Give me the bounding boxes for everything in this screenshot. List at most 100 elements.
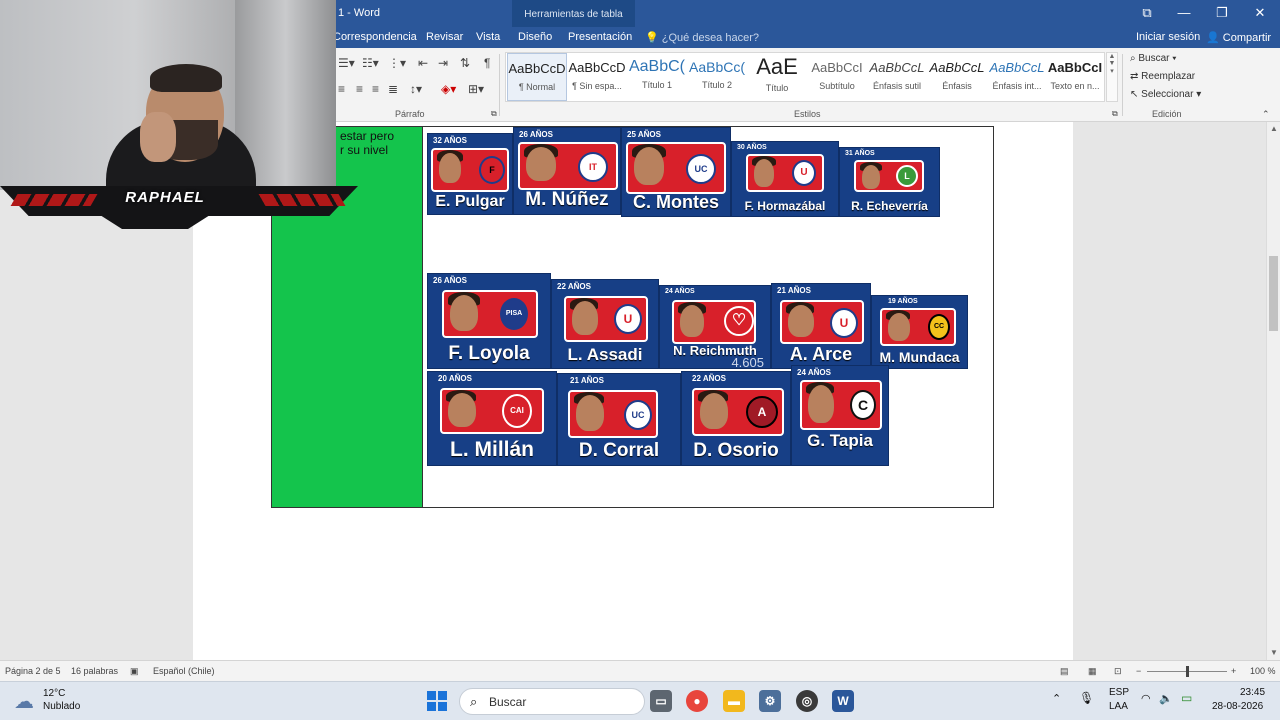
language-bottom[interactable]: LAA [1109,701,1128,712]
borders-icon[interactable]: ⊞▾ [468,82,484,96]
share-button[interactable]: 👤 Compartir [1206,31,1271,44]
style-normal[interactable]: AaBbCcD ¶ Normal [507,53,567,101]
scrollbar-thumb[interactable] [1269,256,1278,331]
line-spacing-icon[interactable]: ↕▾ [410,82,422,96]
battery-icon[interactable]: ▭ [1181,691,1192,705]
task-view-icon[interactable]: ▭ [650,690,672,712]
club-crest-icon: IT [578,152,608,182]
minimize-button[interactable]: — [1167,3,1201,23]
volume-icon[interactable]: 🔈 [1159,692,1173,705]
proofing-icon[interactable]: ▣ [130,666,139,677]
style-subtle-emphasis[interactable]: AaBbCcL Énfasis sutil [867,53,927,101]
style-name: Énfasis [942,81,972,91]
cloud-icon[interactable]: ☁ [14,689,34,714]
select-button[interactable]: ↖ Seleccionar ▾ [1130,89,1201,100]
style-name: Título 1 [641,80,672,90]
microphone-icon[interactable]: 🎙 [1079,691,1094,705]
player-age: 22 AÑOS [692,374,726,383]
player-card: 30 AÑOS U F. Hormazábal [731,141,839,217]
vertical-scrollbar[interactable]: ▲ ▼ [1266,122,1280,660]
multilevel-list-icon[interactable]: ⋮▾ [388,56,406,70]
tab-revisar[interactable]: Revisar [426,31,463,43]
style-heading-2[interactable]: AaBbCc( Título 2 [687,53,747,101]
tab-vista[interactable]: Vista [476,31,500,43]
clock-date[interactable]: 28-08-2026 [1212,701,1263,712]
ribbon-display-options-icon[interactable]: ⧉ [1130,3,1164,23]
style-emphasis[interactable]: AaBbCcL Énfasis [927,53,987,101]
tab-diseno[interactable]: Diseño [518,31,552,43]
club-crest-icon: A [746,396,778,428]
player-photo [862,165,880,189]
increase-indent-icon[interactable]: ⇥ [438,56,448,70]
tell-me-box[interactable]: 💡 ¿Qué desea hacer? [645,31,759,44]
chevron-up-icon[interactable]: ⌃ [1052,692,1061,705]
style-no-spacing[interactable]: AaBbCcD ¶ Sin espa... [567,53,627,101]
restore-button[interactable]: ❐ [1205,3,1239,23]
club-crest-icon: C [850,390,876,420]
justify-icon[interactable]: ≣ [388,82,398,96]
clock-time[interactable]: 23:45 [1240,687,1265,698]
align-center-icon[interactable]: ≡ [356,82,363,96]
paragraph-launcher-icon[interactable]: ⧉ [491,109,497,119]
styles-launcher-icon[interactable]: ⧉ [1112,109,1118,119]
player-card: 22 AÑOS A D. Osorio [681,371,791,466]
align-right-icon[interactable]: ≡ [372,82,379,96]
document-table[interactable]: estar pero r su nivel 32 AÑOS F E. Pulga… [271,126,994,508]
language-indicator[interactable]: Español (Chile) [153,666,215,676]
style-sample: AaBbCcI [811,60,863,75]
group-separator [499,54,500,116]
chrome-icon[interactable]: ● [686,690,708,712]
scroll-down-icon[interactable]: ▼ [1270,648,1278,657]
style-sample: AaBbC( [628,58,686,75]
zoom-out-icon[interactable]: − [1136,666,1141,676]
word-count[interactable]: 16 palabras [71,666,118,676]
bullets-icon[interactable]: ☰▾ [338,56,355,70]
replace-button[interactable]: ⇄ Reemplazar [1130,71,1195,82]
page-count[interactable]: Página 2 de 5 [5,666,61,676]
obs-icon[interactable]: ◎ [796,690,818,712]
style-sample: AaE [756,54,798,79]
tab-correspondencia[interactable]: Correspondencia [333,31,417,43]
close-button[interactable]: ✕ [1243,3,1277,23]
read-mode-icon[interactable]: ▤ [1060,666,1069,677]
styles-gallery-scroll[interactable]: ▲ ▼ ▾ [1106,52,1118,102]
windows-start-icon[interactable] [427,691,447,711]
player-name: M. Núñez [525,189,609,210]
weather-description[interactable]: Nublado [43,701,80,712]
tab-presentacion[interactable]: Presentación [568,31,632,43]
pilcrow-icon[interactable]: ¶ [484,56,490,70]
settings-gear-icon[interactable]: ⚙ [759,690,781,712]
club-crest-icon: U [792,160,816,186]
shading-icon[interactable]: ◈▾ [441,82,456,96]
sort-icon[interactable]: ⇅ [460,56,470,70]
style-intense-emphasis[interactable]: AaBbCcL Énfasis int... [987,53,1047,101]
scroll-up-icon[interactable]: ▲ [1270,124,1278,133]
file-explorer-icon[interactable]: ▬ [723,690,745,712]
zoom-in-icon[interactable]: + [1231,666,1236,676]
print-layout-icon[interactable]: ▦ [1088,666,1097,677]
style-strong[interactable]: AaBbCcI Texto en n... [1045,53,1105,101]
web-layout-icon[interactable]: ⊡ [1114,666,1122,677]
collapse-ribbon-icon[interactable]: ⌃ [1262,109,1270,120]
style-title[interactable]: AaE Título [747,53,807,101]
player-name: L. Millán [450,438,534,461]
weather-temperature[interactable]: 12°C [43,688,65,699]
word-app-icon[interactable]: W [832,690,854,712]
zoom-level[interactable]: 100 % [1250,666,1276,676]
align-left-icon[interactable]: ≡ [338,82,345,96]
status-bar: Página 2 de 5 16 palabras ▣ Español (Chi… [0,660,1280,681]
sign-in-link[interactable]: Iniciar sesión [1136,31,1200,43]
zoom-slider-thumb[interactable] [1186,666,1189,677]
language-top[interactable]: ESP [1109,687,1129,698]
style-name: ¶ Normal [518,82,556,92]
style-name: Subtítulo [819,81,855,91]
numbering-icon[interactable]: ☷▾ [362,56,379,70]
group-separator [1122,54,1123,116]
find-button[interactable]: ⌕ Buscar ▾ [1130,53,1177,64]
decrease-indent-icon[interactable]: ⇤ [418,56,428,70]
style-subtitle[interactable]: AaBbCcI Subtítulo [807,53,867,101]
document-title: 1 - Word [338,7,380,19]
style-heading-1[interactable]: AaBbC( Título 1 [627,53,687,101]
taskbar-search[interactable]: ⌕ Buscar [459,688,645,715]
wifi-icon[interactable]: ◠ [1141,692,1151,705]
